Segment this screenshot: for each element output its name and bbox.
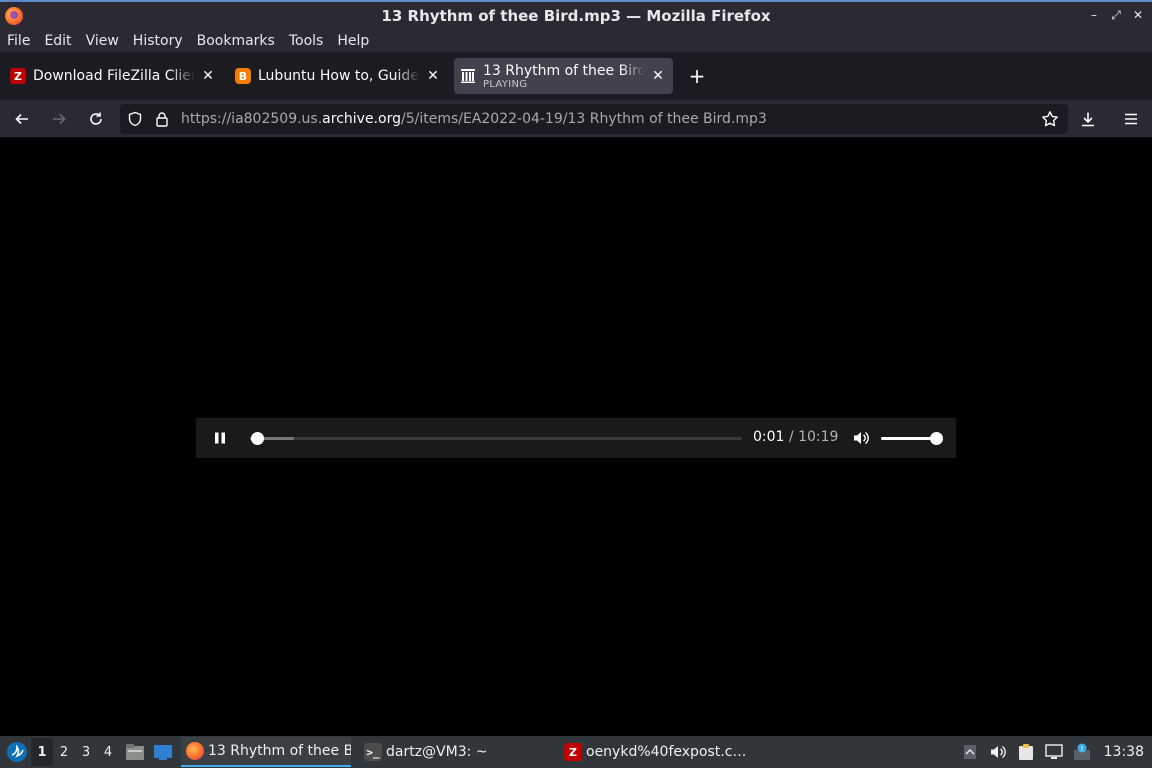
volume-slider[interactable]: [881, 432, 943, 445]
menu-bar: File Edit View History Bookmarks Tools H…: [0, 30, 1152, 52]
tab-archive-audio[interactable]: 13 Rhythm of thee Bird.mp3 PLAYING ✕: [454, 58, 673, 94]
archive-icon: [460, 68, 476, 84]
url-bar[interactable]: https://ia802509.us.archive.org/5/items/…: [120, 104, 1068, 134]
close-window-button[interactable]: ✕: [1130, 6, 1146, 24]
url-path: /5/items/EA2022-04-19/13 Rhythm of thee …: [400, 111, 767, 127]
mute-button[interactable]: [851, 428, 871, 448]
reload-button[interactable]: [81, 104, 111, 134]
download-icon: [1082, 112, 1094, 127]
window-controls: – ⤢ ✕: [1086, 6, 1146, 24]
url-prefix: https://ia802509.us.: [181, 111, 323, 127]
desktop-icon: [154, 745, 172, 760]
volume-tray-icon[interactable]: [984, 738, 1012, 766]
menu-file[interactable]: File: [2, 33, 35, 49]
close-tab-icon[interactable]: ✕: [199, 67, 217, 85]
task-filezilla[interactable]: Z oenykd%40fexpost.c…: [559, 737, 749, 767]
tab-strip: Z Download FileZilla Client ✕ B Lubuntu …: [0, 52, 1152, 100]
arrow-right-icon: [53, 113, 66, 124]
task-label: dartz@VM3: ~: [386, 744, 488, 760]
start-menu-button[interactable]: [3, 738, 31, 766]
desktop-2[interactable]: 2: [53, 738, 75, 766]
desktop-3[interactable]: 3: [75, 738, 97, 766]
tab-filezilla[interactable]: Z Download FileZilla Client ✕: [4, 58, 223, 94]
tracking-protection-icon[interactable]: [123, 107, 147, 131]
close-tab-icon[interactable]: ✕: [649, 67, 667, 85]
file-manager-icon: [126, 744, 144, 760]
audio-player[interactable]: 0:01 / 10:19: [196, 418, 956, 458]
time-separator: /: [784, 429, 799, 445]
url-domain: archive.org: [322, 111, 401, 127]
tray-expand-icon[interactable]: [956, 738, 984, 766]
menu-view[interactable]: View: [81, 33, 124, 49]
duration: 10:19: [798, 429, 839, 445]
desktop-1[interactable]: 1: [31, 738, 53, 766]
window-titlebar: 13 Rhythm of thee Bird.mp3 — Mozilla Fir…: [0, 0, 1152, 30]
menu-help[interactable]: Help: [332, 33, 374, 49]
reload-icon: [90, 112, 102, 125]
menu-tools[interactable]: Tools: [284, 33, 329, 49]
tab-label: Download FileZilla Client: [33, 68, 195, 84]
hamburger-menu-icon: [1125, 113, 1137, 125]
menu-edit[interactable]: Edit: [39, 33, 76, 49]
pause-button[interactable]: [205, 423, 235, 453]
network-icon[interactable]: [1040, 738, 1068, 766]
tab-label: Lubuntu How to, Guides,: [258, 68, 420, 84]
clipboard-icon[interactable]: [1012, 738, 1040, 766]
seek-thumb[interactable]: [250, 432, 264, 445]
filezilla-icon: Z: [10, 68, 26, 84]
current-time: 0:01: [753, 429, 785, 445]
firefox-icon: [186, 742, 204, 760]
menu-bookmarks[interactable]: Bookmarks: [192, 33, 280, 49]
taskbar: 1 2 3 4 13 Rhythm of thee Bir… >_ dartz@…: [0, 736, 1152, 768]
tab-lubuntu[interactable]: B Lubuntu How to, Guides, ✕: [229, 58, 448, 94]
task-terminal[interactable]: >_ dartz@VM3: ~: [359, 737, 559, 767]
window-title: 13 Rhythm of thee Bird.mp3 — Mozilla Fir…: [381, 7, 771, 25]
navigation-toolbar: https://ia802509.us.archive.org/5/items/…: [0, 100, 1152, 138]
tab-playing-indicator: PLAYING: [483, 78, 528, 90]
task-firefox[interactable]: 13 Rhythm of thee Bir…: [181, 737, 351, 767]
file-manager-launcher[interactable]: [123, 740, 147, 764]
firefox-icon: [5, 7, 23, 25]
minimize-button[interactable]: –: [1086, 6, 1102, 24]
arrow-left-icon: [15, 113, 28, 124]
system-tray: ! 13:38: [956, 736, 1152, 768]
bookmark-star-icon[interactable]: [1038, 107, 1062, 131]
show-desktop-launcher[interactable]: [151, 740, 175, 764]
app-menu-button[interactable]: [1116, 104, 1146, 134]
page-content: 0:01 / 10:19: [0, 139, 1152, 736]
pause-icon: [215, 432, 225, 444]
url-text[interactable]: https://ia802509.us.archive.org/5/items/…: [181, 111, 767, 127]
downloads-button[interactable]: [1073, 104, 1103, 134]
back-button[interactable]: [7, 104, 37, 134]
volume-fill: [881, 437, 936, 440]
time-display: 0:01 / 10:19: [753, 429, 838, 445]
menu-history[interactable]: History: [128, 33, 188, 49]
blogger-icon: B: [235, 68, 251, 84]
lock-icon[interactable]: [150, 107, 174, 131]
update-notifier-icon[interactable]: !: [1068, 738, 1096, 766]
lubuntu-logo-icon: [7, 742, 27, 762]
new-tab-button[interactable]: +: [683, 62, 711, 90]
volume-icon: [854, 431, 869, 445]
task-label: 13 Rhythm of thee Bir…: [208, 743, 351, 759]
forward-button[interactable]: [44, 104, 74, 134]
filezilla-icon: Z: [564, 743, 582, 761]
maximize-button[interactable]: ⤢: [1108, 6, 1124, 24]
task-label: oenykd%40fexpost.c…: [586, 744, 747, 760]
desktop-4[interactable]: 4: [97, 738, 119, 766]
tab-label: 13 Rhythm of thee Bird.mp3: [483, 62, 645, 79]
seek-bar[interactable]: [250, 432, 742, 445]
clock: 13:38: [1103, 744, 1144, 760]
terminal-icon: >_: [364, 743, 382, 761]
volume-thumb[interactable]: [930, 432, 943, 445]
close-tab-icon[interactable]: ✕: [424, 67, 442, 85]
svg-text:!: !: [1080, 745, 1083, 753]
